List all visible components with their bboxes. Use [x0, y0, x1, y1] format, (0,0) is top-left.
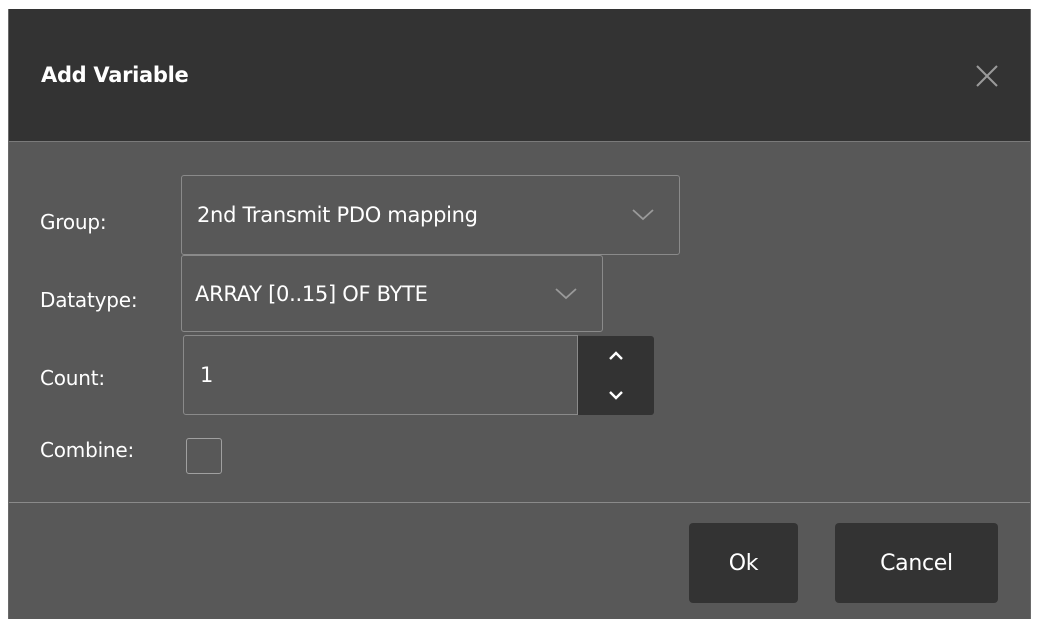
close-button[interactable]: [970, 59, 1004, 93]
datatype-select-value: ARRAY [0..15] OF BYTE: [195, 281, 428, 306]
dialog-body: Group: 2nd Transmit PDO mapping Datatype…: [9, 142, 1030, 502]
add-variable-dialog: Add Variable Group: 2nd Transmit PDO map…: [8, 9, 1031, 619]
count-stepper[interactable]: [578, 336, 654, 415]
chevron-up-icon: [609, 351, 623, 360]
dialog-footer: Ok Cancel: [9, 502, 1030, 619]
datatype-select[interactable]: ARRAY [0..15] OF BYTE: [181, 255, 603, 332]
ok-button[interactable]: Ok: [689, 523, 798, 603]
chevron-down-icon: [609, 391, 623, 400]
group-select[interactable]: 2nd Transmit PDO mapping: [181, 175, 680, 255]
increment-button[interactable]: [578, 336, 654, 376]
decrement-button[interactable]: [578, 376, 654, 416]
combine-label: Combine:: [40, 438, 135, 462]
datatype-label: Datatype:: [40, 288, 138, 312]
chevron-down-icon: [632, 209, 654, 221]
chevron-down-icon: [555, 287, 577, 299]
group-label: Group:: [40, 210, 107, 234]
count-input-value: 1: [200, 363, 214, 387]
count-input[interactable]: 1: [183, 335, 578, 415]
cancel-button[interactable]: Cancel: [835, 523, 998, 603]
close-icon: [976, 65, 998, 87]
count-label: Count:: [40, 366, 105, 390]
group-select-value: 2nd Transmit PDO mapping: [197, 203, 478, 227]
combine-checkbox[interactable]: [186, 438, 222, 474]
dialog-title: Add Variable: [41, 63, 189, 87]
dialog-header: Add Variable: [9, 9, 1030, 142]
